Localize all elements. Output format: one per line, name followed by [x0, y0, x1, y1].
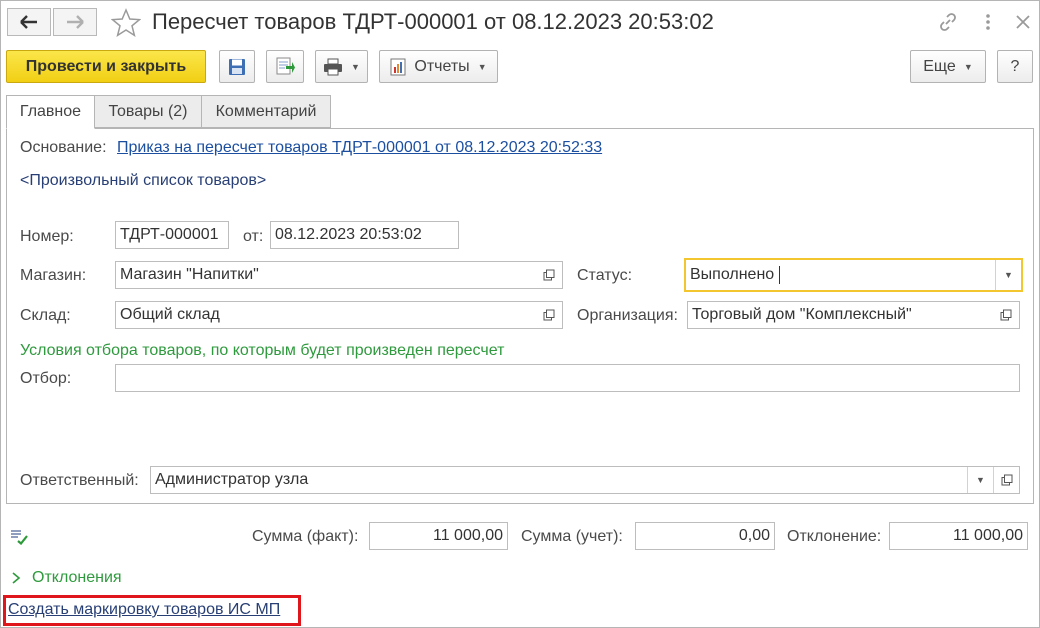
- open-store-button[interactable]: [536, 262, 562, 288]
- sum-account-field[interactable]: 0,00: [635, 522, 775, 550]
- arbitrary-list-link[interactable]: <Произвольный список товаров>: [20, 172, 266, 190]
- report-icon: [390, 58, 406, 75]
- chevron-down-icon: ▼: [963, 61, 973, 72]
- more-actions-button[interactable]: [978, 12, 998, 32]
- chevron-down-icon: ▼: [477, 61, 487, 72]
- date-label: от:: [243, 228, 264, 245]
- back-button[interactable]: [7, 8, 51, 36]
- open-organization-button[interactable]: [993, 302, 1019, 328]
- basis-link[interactable]: Приказ на пересчет товаров ТДРТ-000001 о…: [117, 139, 602, 157]
- text-cursor: [778, 266, 780, 284]
- open-responsible-button[interactable]: [993, 467, 1019, 493]
- sum-account-label: Сумма (учет):: [521, 528, 623, 545]
- link-button[interactable]: [938, 12, 958, 32]
- deviation-label: Отклонение:: [787, 528, 882, 545]
- organization-value: Торговый дом "Комплексный": [692, 306, 912, 323]
- chain-link-icon: [940, 13, 956, 31]
- sum-fact-label: Сумма (факт):: [252, 528, 359, 545]
- number-label: Номер:: [20, 228, 74, 245]
- save-button[interactable]: [219, 50, 255, 83]
- deviations-label: Отклонения: [32, 569, 122, 586]
- kebab-menu-icon: [986, 14, 990, 30]
- open-warehouse-button[interactable]: [536, 302, 562, 328]
- responsible-dropdown-button[interactable]: ▼: [967, 467, 993, 493]
- store-label: Магазин:: [20, 267, 87, 284]
- close-icon: [1016, 15, 1030, 29]
- history-button[interactable]: [9, 527, 29, 546]
- window-title: Пересчет товаров ТДРТ-000001 от 08.12.20…: [152, 9, 714, 34]
- reports-button-label: Отчеты: [414, 57, 470, 75]
- status-label: Статус:: [577, 267, 633, 284]
- deviation-field[interactable]: 11 000,00: [889, 522, 1028, 550]
- date-value: 08.12.2023 20:53:02: [275, 226, 422, 243]
- star-icon: [111, 8, 141, 38]
- deviation-value: 11 000,00: [953, 527, 1023, 544]
- chevron-down-icon: ▼: [351, 61, 360, 72]
- responsible-value: Администратор узла: [155, 471, 309, 488]
- filter-heading: Условия отбора товаров, по которым будет…: [20, 342, 505, 359]
- printer-icon: [324, 58, 343, 75]
- tab-goods[interactable]: Товары (2): [94, 95, 202, 128]
- organization-field[interactable]: Торговый дом "Комплексный": [687, 301, 1020, 329]
- favorite-button[interactable]: [109, 7, 143, 39]
- arrow-right-icon: [67, 15, 84, 29]
- sum-fact-field[interactable]: 11 000,00: [369, 522, 508, 550]
- tab-main[interactable]: Главное: [6, 95, 95, 129]
- print-button[interactable]: ▼: [315, 50, 368, 83]
- warehouse-value: Общий склад: [120, 306, 220, 323]
- status-dropdown-button[interactable]: ▼: [995, 260, 1021, 290]
- open-form-icon: [543, 309, 555, 321]
- responsible-field[interactable]: Администратор узла ▼: [150, 466, 1020, 494]
- filter-field[interactable]: [115, 364, 1020, 392]
- responsible-label: Ответственный:: [20, 472, 139, 489]
- deviations-group-toggle[interactable]: Отклонения: [11, 569, 122, 587]
- store-value: Магазин "Напитки": [120, 266, 259, 283]
- date-field[interactable]: 08.12.2023 20:53:02: [270, 221, 459, 249]
- number-value: ТДРТ-000001: [120, 226, 219, 243]
- sum-fact-value: 11 000,00: [433, 527, 503, 544]
- store-field[interactable]: Магазин "Напитки": [115, 261, 563, 289]
- warehouse-field[interactable]: Общий склад: [115, 301, 563, 329]
- forward-button[interactable]: [53, 8, 97, 36]
- tab-comment[interactable]: Комментарий: [201, 95, 331, 128]
- warehouse-label: Склад:: [20, 307, 71, 324]
- arrow-left-icon: [20, 15, 37, 29]
- more-button-label: Еще: [923, 57, 956, 75]
- sum-account-value: 0,00: [738, 527, 770, 544]
- floppy-disk-icon: [229, 58, 245, 75]
- edit-history-icon: [11, 530, 28, 546]
- document-window: Пересчет товаров ТДРТ-000001 от 08.12.20…: [0, 0, 1040, 628]
- more-button[interactable]: Еще ▼: [910, 50, 986, 83]
- help-button[interactable]: ?: [997, 50, 1033, 83]
- reports-button[interactable]: Отчеты ▼: [379, 50, 498, 83]
- open-form-icon: [543, 269, 555, 281]
- create-marking-link[interactable]: Создать маркировку товаров ИС МП: [8, 601, 280, 619]
- close-button[interactable]: [1013, 12, 1033, 32]
- status-field[interactable]: Выполнено ▼: [684, 258, 1023, 292]
- number-field[interactable]: ТДРТ-000001: [115, 221, 229, 249]
- document-post-icon: [276, 57, 295, 74]
- filter-label: Отбор:: [20, 370, 72, 387]
- open-form-icon: [1000, 309, 1012, 321]
- post-and-close-button[interactable]: Провести и закрыть: [6, 50, 206, 83]
- basis-label: Основание:: [20, 139, 107, 156]
- chevron-right-icon: [12, 572, 21, 584]
- status-value: Выполнено: [690, 266, 775, 284]
- organization-label: Организация:: [577, 307, 678, 324]
- post-button[interactable]: [266, 50, 304, 83]
- open-form-icon: [1001, 474, 1012, 486]
